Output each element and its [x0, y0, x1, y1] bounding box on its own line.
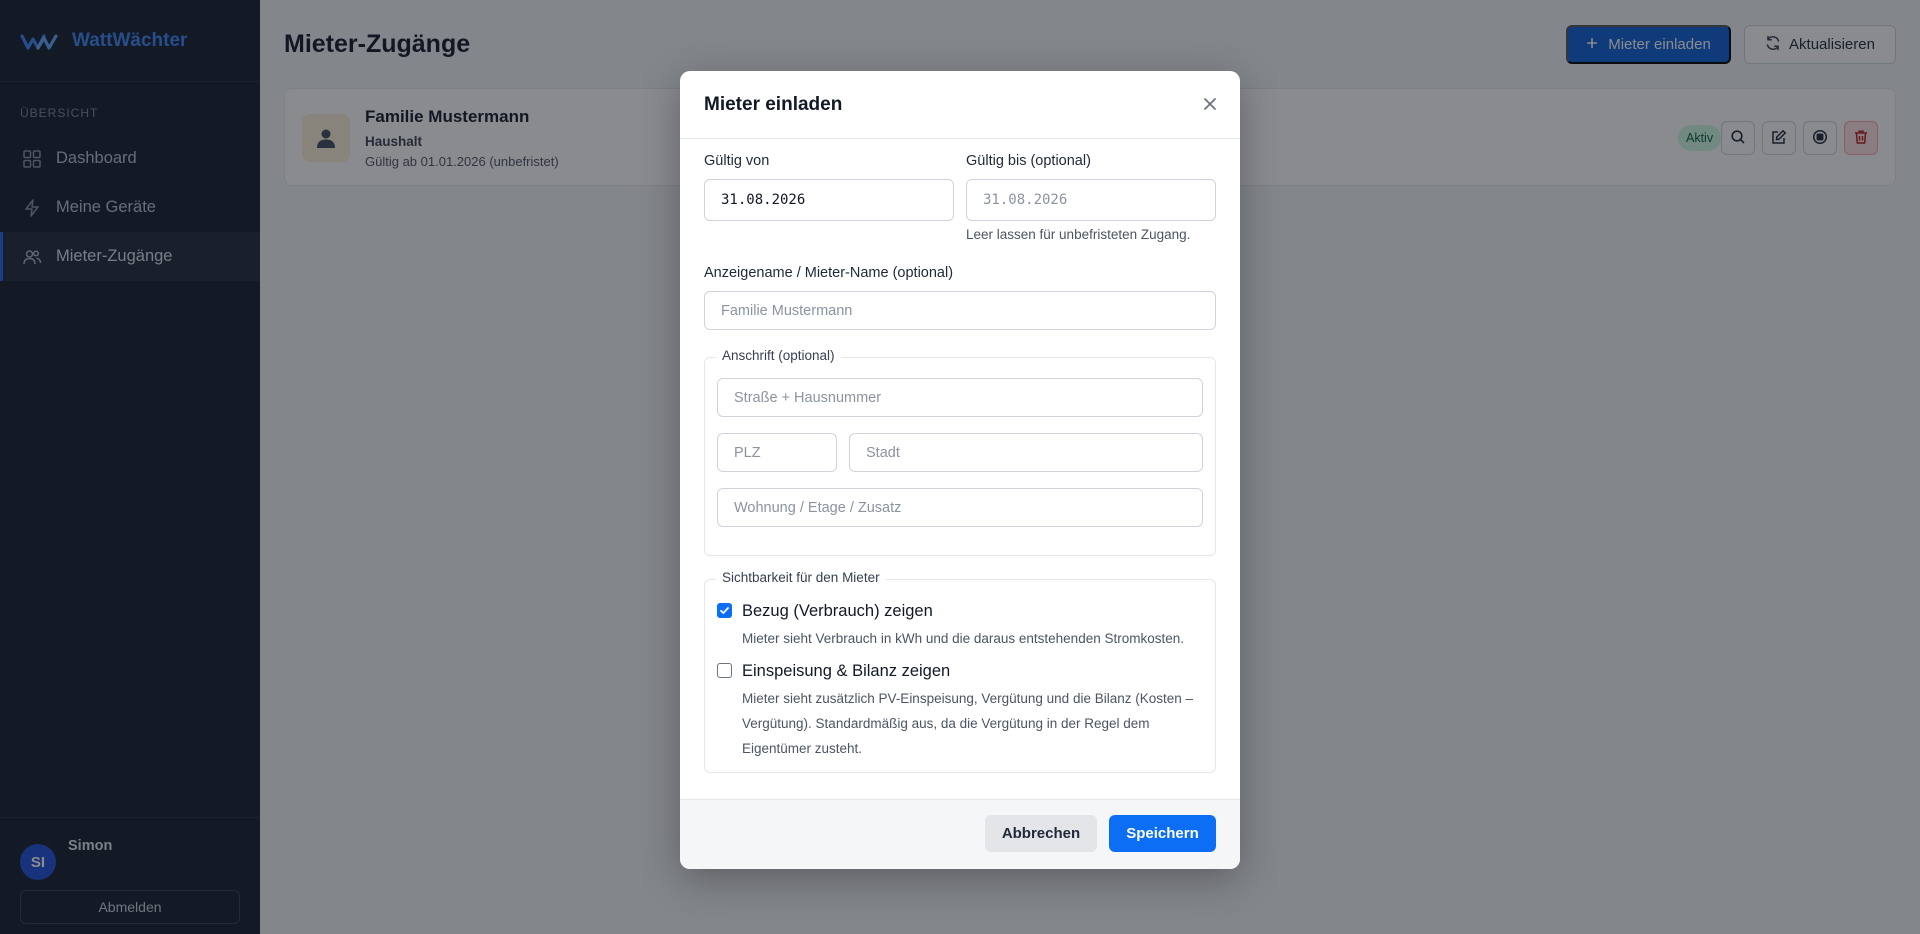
visibility-legend: Sichtbarkeit für den Mieter — [716, 570, 886, 585]
street-input[interactable]: Straße + Hausnummer — [717, 378, 1203, 417]
valid-to-hint: Leer lassen für unbefristeten Zugang. — [966, 227, 1191, 242]
valid-to-label: Gültig bis (optional) — [966, 153, 1091, 169]
zip-input[interactable]: PLZ — [717, 433, 837, 472]
close-icon — [1203, 97, 1217, 114]
save-button[interactable]: Speichern — [1109, 815, 1216, 852]
dialog-header: Mieter einladen — [680, 71, 1240, 139]
address-legend: Anschrift (optional) — [716, 348, 841, 363]
dialog-footer: Abbrechen Speichern — [680, 799, 1240, 869]
dialog-title: Mieter einladen — [704, 94, 843, 115]
valid-from-input[interactable]: 31.08.2026 — [704, 179, 954, 221]
close-button[interactable] — [1200, 95, 1220, 115]
invite-tenant-dialog: Mieter einladen Gültig von 31.08.2026 Gü… — [680, 71, 1240, 869]
consumption-checkbox[interactable] — [717, 603, 732, 618]
consumption-description: Mieter sieht Verbrauch in kWh und die da… — [742, 631, 1184, 646]
feedin-checkbox[interactable] — [717, 663, 732, 678]
apartment-input[interactable]: Wohnung / Etage / Zusatz — [717, 488, 1203, 527]
consumption-label[interactable]: Bezug (Verbrauch) zeigen — [742, 602, 933, 621]
check-icon — [720, 607, 729, 614]
display-name-input[interactable]: Familie Mustermann — [704, 291, 1216, 330]
valid-from-label: Gültig von — [704, 153, 770, 169]
city-input[interactable]: Stadt — [849, 433, 1203, 472]
feedin-description: Mieter sieht zusätzlich PV-Einspeisung, … — [742, 691, 1194, 756]
feedin-label[interactable]: Einspeisung & Bilanz zeigen — [742, 662, 950, 681]
cancel-button[interactable]: Abbrechen — [985, 815, 1097, 852]
display-name-label: Anzeigename / Mieter-Name (optional) — [704, 265, 954, 281]
valid-to-input[interactable]: 31.08.2026 — [966, 179, 1216, 221]
